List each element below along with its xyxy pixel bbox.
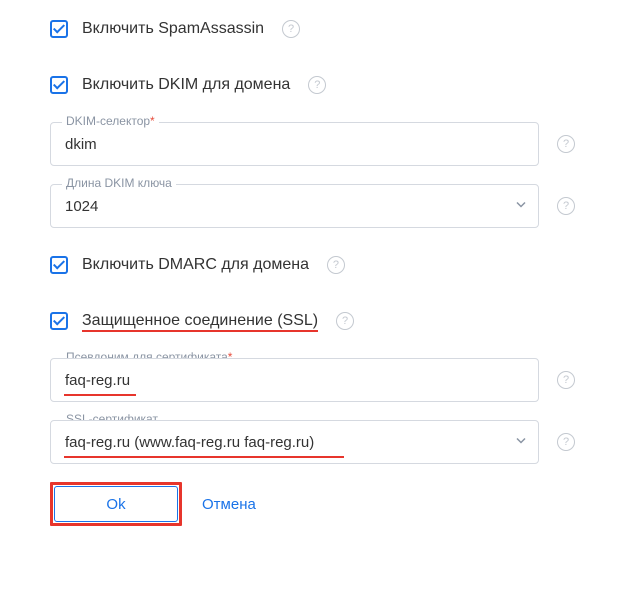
ssl-checkbox[interactable]	[50, 312, 68, 330]
annotation-underline	[64, 394, 136, 396]
help-icon[interactable]: ?	[557, 433, 575, 451]
dkim-selector-input[interactable]	[50, 122, 539, 166]
dkim-selector-group: DKIM-селектор* ?	[50, 122, 575, 166]
help-icon[interactable]: ?	[557, 371, 575, 389]
spamassassin-row: Включить SpamAssassin ?	[50, 20, 575, 38]
ssl-alias-group: Псевдоним для сертификата* ?	[50, 358, 575, 402]
spamassassin-checkbox[interactable]	[50, 20, 68, 38]
ok-button[interactable]: Ok	[54, 486, 178, 522]
cancel-link[interactable]: Отмена	[202, 496, 256, 513]
footer-actions: Ok Отмена	[50, 482, 575, 526]
help-icon[interactable]: ?	[557, 135, 575, 153]
dmarc-checkbox[interactable]	[50, 256, 68, 274]
dmarc-label: Включить DMARC для домена	[82, 256, 309, 274]
dmarc-row: Включить DMARC для домена ?	[50, 256, 575, 274]
dkim-row: Включить DKIM для домена ?	[50, 76, 575, 94]
dkim-checkbox[interactable]	[50, 76, 68, 94]
help-icon[interactable]: ?	[308, 76, 326, 94]
dkim-keylen-label: Длина DKIM ключа	[62, 176, 176, 190]
help-icon[interactable]: ?	[282, 20, 300, 38]
ssl-row: Защищенное соединение (SSL) ?	[50, 312, 575, 330]
spamassassin-label: Включить SpamAssassin	[82, 20, 264, 38]
help-icon[interactable]: ?	[557, 197, 575, 215]
dkim-keylen-select[interactable]	[50, 184, 539, 228]
dkim-selector-label: DKIM-селектор*	[62, 114, 159, 128]
dkim-label: Включить DKIM для домена	[82, 76, 290, 94]
help-icon[interactable]: ?	[336, 312, 354, 330]
annotation-box: Ok	[50, 482, 182, 526]
help-icon[interactable]: ?	[327, 256, 345, 274]
annotation-underline	[64, 456, 344, 458]
ssl-label: Защищенное соединение (SSL)	[82, 312, 318, 330]
ssl-cert-group: SSL-сертификат ?	[50, 420, 575, 464]
dkim-keylen-group: Длина DKIM ключа ?	[50, 184, 575, 228]
